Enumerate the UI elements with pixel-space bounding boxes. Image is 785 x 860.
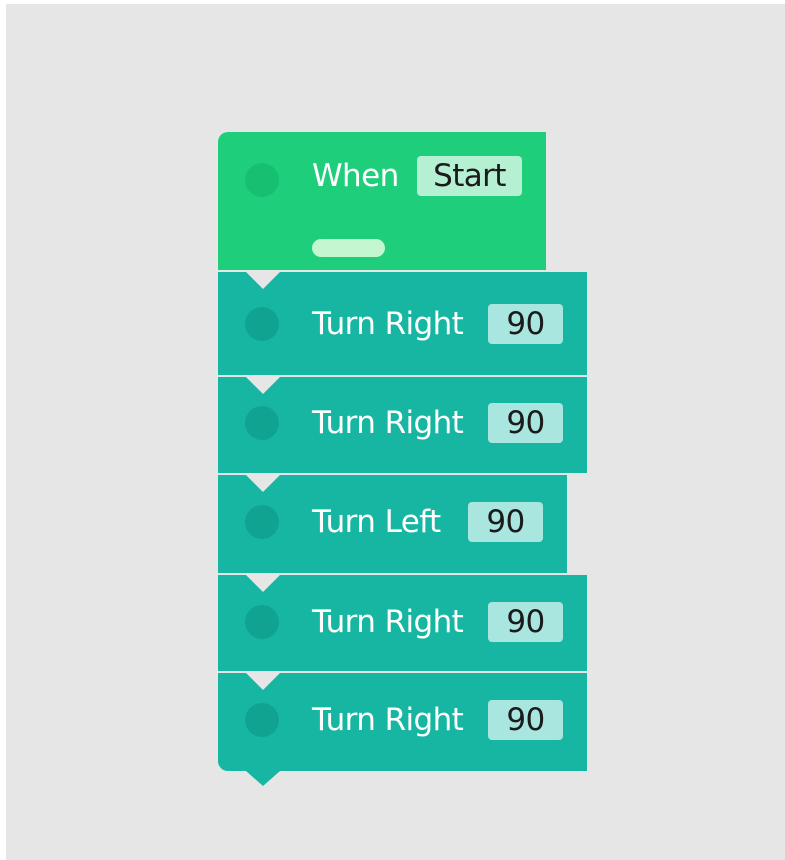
turn-degrees-input-1[interactable]: 90 xyxy=(488,304,563,344)
turn-right-label-5: Turn Right xyxy=(312,702,464,738)
when-start-block[interactable] xyxy=(218,132,546,270)
turn-right-label-4: Turn Right xyxy=(312,604,464,640)
turn-degrees-input-2[interactable]: 90 xyxy=(488,403,563,443)
turn-degrees-input-3[interactable]: 90 xyxy=(468,502,543,542)
turn-degrees-input-4[interactable]: 90 xyxy=(488,602,563,642)
turn-right-label-2: Turn Right xyxy=(312,405,464,441)
trigger-start-dropdown[interactable]: Start xyxy=(417,156,522,196)
turn-left-label-3: Turn Left xyxy=(312,504,441,540)
turn-degrees-input-5[interactable]: 90 xyxy=(488,700,563,740)
turn-right-label-1: Turn Right xyxy=(312,306,464,342)
when-label: When xyxy=(312,158,399,194)
